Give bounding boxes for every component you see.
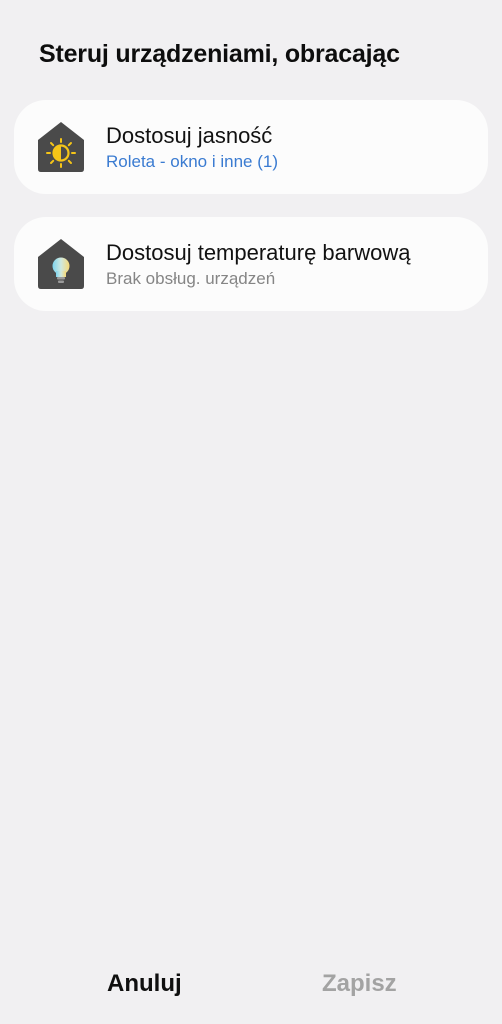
save-button[interactable]: Zapisz — [322, 970, 397, 998]
option-adjust-color-temperature[interactable]: Dostosuj temperaturę barwową Brak obsług… — [14, 217, 488, 311]
dialog-footer: Anuluj Zapisz — [0, 960, 502, 1010]
option-subtitle: Roleta - okno i inne (1) — [106, 152, 278, 171]
screen: Steruj urządzeniami, obracając Dostosuj … — [0, 0, 502, 1024]
option-text: Dostosuj jasność Roleta - okno i inne (1… — [106, 122, 278, 173]
brightness-home-icon — [37, 121, 85, 173]
option-subtitle: Brak obsług. urządzeń — [106, 269, 276, 288]
color-temperature-bulb-icon — [37, 238, 85, 290]
page-title: Steruj urządzeniami, obracając — [39, 40, 400, 68]
option-title: Dostosuj temperaturę barwową — [106, 240, 411, 265]
option-adjust-brightness[interactable]: Dostosuj jasność Roleta - okno i inne (1… — [14, 100, 488, 194]
cancel-button[interactable]: Anuluj — [107, 970, 182, 998]
option-title: Dostosuj jasność — [106, 123, 273, 148]
option-text: Dostosuj temperaturę barwową Brak obsług… — [106, 239, 410, 290]
